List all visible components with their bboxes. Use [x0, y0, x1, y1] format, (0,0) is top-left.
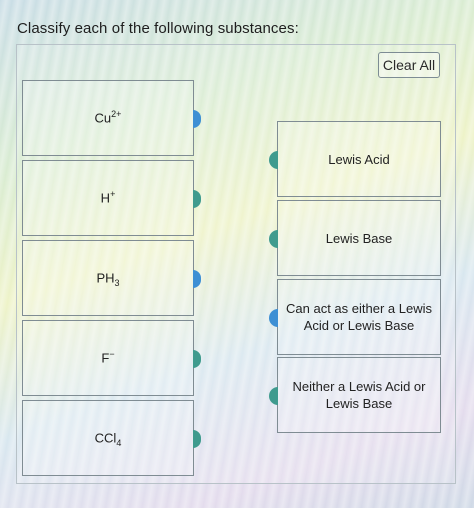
clear-all-button[interactable]: Clear All [378, 52, 440, 78]
substance-label: Cu2+ [94, 108, 122, 125]
substance-label: PH3 [96, 269, 120, 288]
category-label: Can act as either a Lewis Acid or Lewis … [286, 301, 432, 333]
category-card-lewis-base[interactable]: Lewis Base [269, 200, 441, 276]
category-label: Lewis Base [325, 230, 393, 246]
substance-label: H+ [100, 188, 116, 205]
substance-card-fminus[interactable]: F− [22, 320, 201, 396]
category-card-lewis-acid[interactable]: Lewis Acid [269, 121, 441, 197]
substance-card-cu2plus[interactable]: Cu2+ [22, 80, 201, 156]
substance-label: F− [101, 348, 115, 365]
category-card-neither[interactable]: Neither a Lewis Acid or Lewis Base [269, 357, 441, 433]
substance-card-ph3[interactable]: PH3 [22, 240, 201, 316]
category-label: Lewis Acid [328, 151, 390, 167]
substance-card-ccl4[interactable]: CCl4 [22, 400, 201, 476]
category-card-either[interactable]: Can act as either a Lewis Acid or Lewis … [269, 279, 441, 355]
substance-label: CCl4 [94, 429, 122, 448]
question-prompt: Classify each of the following substance… [17, 20, 299, 37]
category-label: Neither a Lewis Acid or Lewis Base [292, 379, 426, 411]
substance-card-hplus[interactable]: H+ [22, 160, 201, 236]
